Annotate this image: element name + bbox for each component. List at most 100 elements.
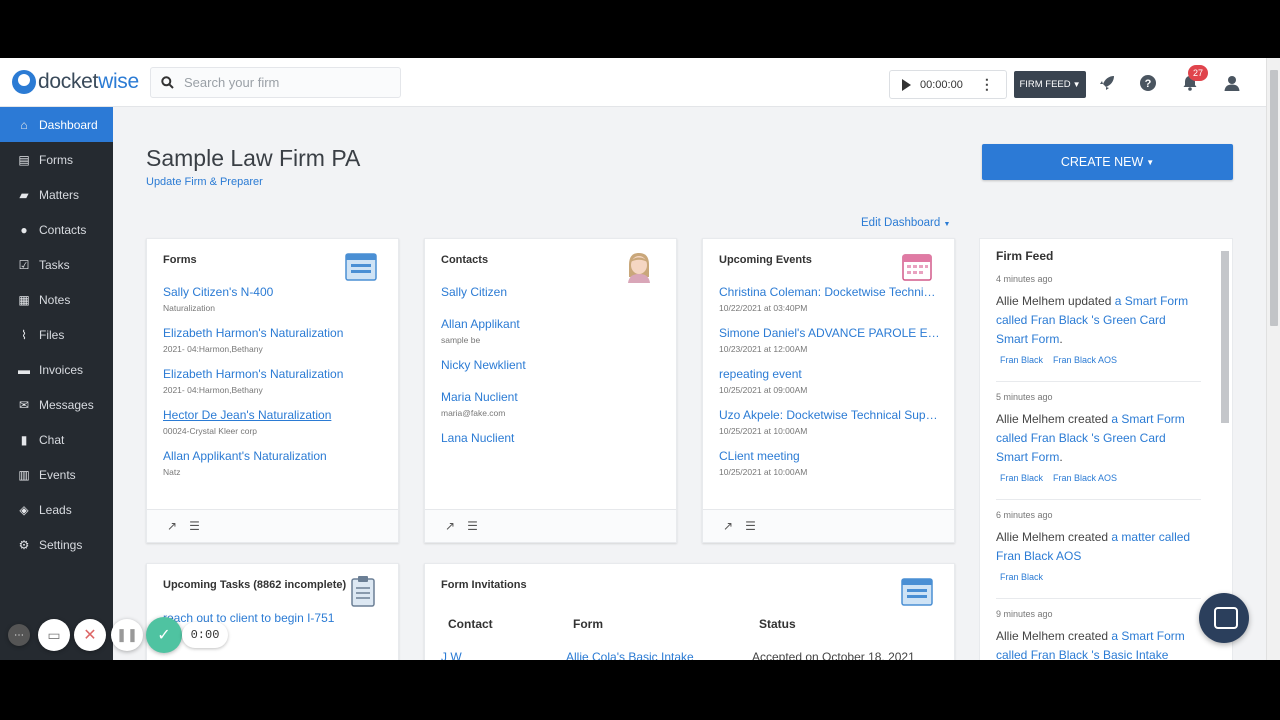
feed-tags: Fran Black Fran Black AOS — [996, 473, 1201, 483]
play-icon[interactable] — [902, 78, 911, 91]
recorder-more-icon[interactable]: ⋯ — [8, 624, 30, 646]
docketwise-logo[interactable]: docketwise — [12, 68, 139, 96]
clipboard-icon — [351, 576, 375, 607]
sidebar-item-files[interactable]: ⌇ Files — [0, 317, 113, 352]
time-tracker[interactable]: 00:00:00 ⋮ — [889, 70, 1007, 99]
sidebar-item-invoices[interactable]: ▬ Invoices — [0, 352, 113, 387]
money-icon: ◈ — [19, 502, 29, 517]
camera-toggle-icon[interactable]: ▭ — [38, 619, 70, 651]
feed-tag[interactable]: Fran Black — [1000, 473, 1043, 483]
contact-link[interactable]: Lana Nuclient — [441, 431, 662, 446]
sidebar-item-messages[interactable]: ✉ Messages — [0, 387, 113, 422]
contact-link[interactable]: Maria Nuclient — [441, 390, 662, 405]
sidebar-item-contacts[interactable]: ● Contacts — [0, 212, 113, 247]
sidebar-item-leads[interactable]: ◈ Leads — [0, 492, 113, 527]
list-item: Simone Daniel's ADVANCE PAROLE Extension… — [719, 326, 940, 354]
contact-avatar-icon — [628, 253, 650, 283]
form-link[interactable]: Elizabeth Harmon's Naturalization — [163, 326, 384, 341]
contact-link[interactable]: Sally Citizen — [441, 285, 662, 300]
help-icon[interactable]: ? — [1139, 74, 1157, 92]
list-item: Elizabeth Harmon's Naturalization 2021- 0… — [163, 326, 384, 354]
home-icon: ⌂ — [20, 117, 28, 132]
list-icon[interactable]: ☰ — [189, 519, 200, 533]
person-icon: ● — [20, 222, 28, 237]
feed-tag[interactable]: Fran Black AOS — [1053, 473, 1117, 483]
external-link-icon[interactable]: ↗ — [167, 519, 177, 533]
create-new-button[interactable]: CREATE NEW ▼ — [982, 144, 1233, 180]
logo-text-prefix: docket — [38, 70, 99, 93]
feed-text: Allie Melhem created a Smart Form called… — [996, 629, 1185, 660]
search-input[interactable] — [184, 75, 384, 90]
sidebar-item-dashboard[interactable]: ⌂ Dashboard — [0, 107, 113, 142]
event-datetime: 10/25/2021 at 10:00AM — [719, 426, 808, 436]
list-icon[interactable]: ☰ — [745, 519, 756, 533]
list-icon[interactable]: ☰ — [467, 519, 478, 533]
page-scrollbar[interactable] — [1266, 58, 1280, 660]
recording-elapsed-time: 0:00 — [182, 622, 228, 648]
caret-down-icon: ▼ — [943, 221, 951, 228]
event-datetime: 10/25/2021 at 10:00AM — [719, 467, 808, 477]
feed-tag[interactable]: Fran Black — [1000, 572, 1043, 582]
sidebar-item-label: Forms — [39, 152, 73, 167]
feed-time: 9 minutes ago — [996, 609, 1053, 619]
form-link[interactable]: Elizabeth Harmon's Naturalization — [163, 367, 384, 382]
logo-text-suffix: wise — [98, 70, 139, 93]
feed-tag[interactable]: Fran Black — [1000, 355, 1043, 365]
pause-icon[interactable]: ❚❚ — [111, 619, 143, 651]
invitation-status: Accepted on October 18, 2021 — [752, 650, 915, 660]
list-item: repeating event 10/25/2021 at 09:00AM — [719, 367, 940, 395]
notification-badge: 27 — [1188, 65, 1208, 81]
sidebar-item-label: Chat — [39, 432, 65, 447]
feed-time: 6 minutes ago — [996, 510, 1053, 520]
invitation-contact-link[interactable]: J W — [441, 650, 462, 660]
discard-recording-icon[interactable]: ✕ — [74, 619, 106, 651]
sidebar-item-label: Dashboard — [39, 117, 98, 132]
sidebar-item-events[interactable]: ▥ Events — [0, 457, 113, 492]
feed-scrollbar[interactable] — [1221, 251, 1229, 423]
event-link[interactable]: CLient meeting — [719, 449, 940, 464]
event-datetime: 10/22/2021 at 03:40PM — [719, 303, 808, 313]
contact-link[interactable]: Allan Applikant — [441, 317, 662, 332]
form-link[interactable]: Hector De Jean's Naturalization — [163, 408, 384, 423]
update-firm-link[interactable]: Update Firm & Preparer — [146, 176, 263, 188]
form-link[interactable]: Allan Applikant's Naturalization — [163, 449, 384, 464]
feed-tag[interactable]: Fran Black AOS — [1053, 355, 1117, 365]
sidebar-item-notes[interactable]: ▦ Notes — [0, 282, 113, 317]
sidebar-item-label: Contacts — [39, 222, 87, 237]
sidebar-item-label: Messages — [39, 397, 94, 412]
event-link[interactable]: Christina Coleman: Docketwise Technical … — [719, 285, 940, 300]
sidebar-item-settings[interactable]: ⚙ Settings — [0, 527, 113, 562]
envelope-icon: ✉ — [18, 397, 30, 412]
form-invitations-card: Form Invitations Contact Form Status J W… — [424, 563, 955, 660]
form-document-icon — [901, 578, 933, 606]
contact-link[interactable]: Nicky Newklient — [441, 358, 662, 373]
scrollbar-thumb[interactable] — [1270, 70, 1278, 326]
external-link-icon[interactable]: ↗ — [445, 519, 455, 533]
event-link[interactable]: repeating event — [719, 367, 940, 382]
chat-launcher-icon[interactable] — [1199, 593, 1249, 643]
external-link-icon[interactable]: ↗ — [723, 519, 733, 533]
contacts-card: Contacts Sally Citizen Allan Applikant sa… — [424, 238, 677, 543]
search-box[interactable] — [150, 67, 401, 98]
form-subtitle: Natz — [163, 467, 181, 477]
firm-feed-button[interactable]: FIRM FEED ▼ — [1014, 71, 1086, 98]
edit-dashboard-link[interactable]: Edit Dashboard ▼ — [861, 217, 950, 229]
finish-recording-icon[interactable]: ✓ — [146, 617, 182, 653]
rocket-icon[interactable] — [1098, 74, 1116, 92]
event-link[interactable]: Simone Daniel's ADVANCE PAROLE Extension — [719, 326, 940, 341]
form-link[interactable]: Sally Citizen's N-400 — [163, 285, 384, 300]
invitation-form-link[interactable]: Allie Cola's Basic Intake — [566, 650, 694, 660]
event-link[interactable]: Uzo Akpele: Docketwise Technical Support — [719, 408, 940, 423]
more-options-icon[interactable]: ⋮ — [980, 76, 994, 93]
sidebar-item-matters[interactable]: ▰ Matters — [0, 177, 113, 212]
feed-item: 4 minutes ago Allie Melhem updated a Sma… — [996, 274, 1201, 382]
timer-value: 00:00:00 — [920, 78, 963, 91]
column-header-status: Status — [759, 617, 796, 631]
firm-feed-panel: Firm Feed 4 minutes ago Allie Melhem upd… — [979, 238, 1233, 660]
form-subtitle: 2021- 04:Harmon,Bethany — [163, 344, 263, 354]
user-avatar-icon[interactable] — [1223, 74, 1241, 92]
list-item: Allan Applikant sample be — [441, 317, 662, 345]
sidebar-item-chat[interactable]: ▮ Chat — [0, 422, 113, 457]
sidebar-item-tasks[interactable]: ☑ Tasks — [0, 247, 113, 282]
sidebar-item-forms[interactable]: ▤ Forms — [0, 142, 113, 177]
